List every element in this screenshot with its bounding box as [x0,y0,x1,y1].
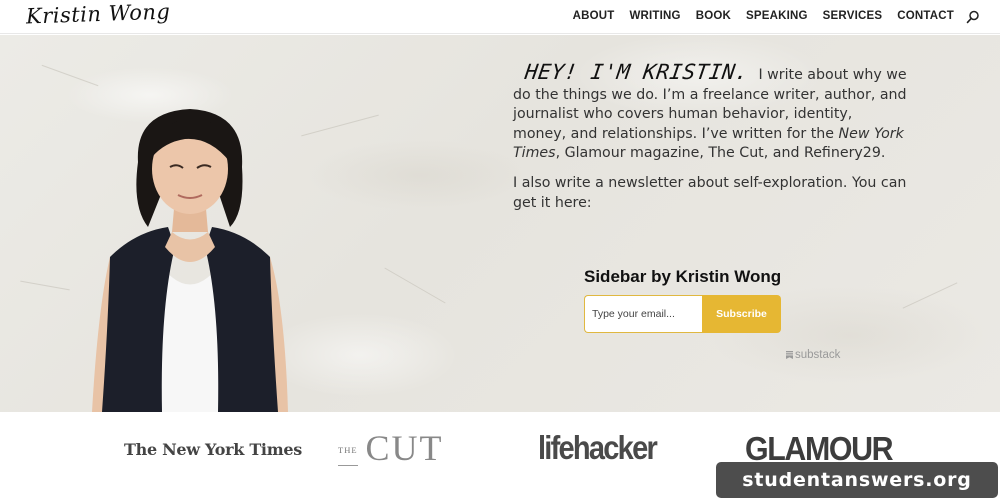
substack-link[interactable]: substack [786,349,840,361]
newsletter-form: Subscribe [584,295,781,333]
email-input[interactable] [584,295,702,333]
nav-speaking[interactable]: SPEAKING [746,10,808,22]
nav-contact[interactable]: CONTACT [897,10,954,22]
portrait-photo [92,109,288,412]
wall-texture [902,282,958,309]
watermark: studentanswers.org [716,462,998,498]
intro-text: HEY! I'M KRISTIN. I write about why we do… [513,60,908,213]
nav-book[interactable]: BOOK [696,10,731,22]
nav-services[interactable]: SERVICES [823,10,883,22]
the-cut-logo-cut: CUT [365,428,444,468]
intro-greeting: HEY! I'M KRISTIN. [523,60,751,84]
wall-texture [301,114,379,137]
site-logo[interactable]: Kristin Wong [26,0,171,29]
substack-icon [786,351,793,359]
the-cut-logo: THE CUT [338,430,444,466]
intro-p1-text-b: , Glamour magazine, The Cut, and Refiner… [555,145,886,162]
the-cut-logo-the: THE [338,445,358,466]
search-icon[interactable] [966,10,980,24]
wall-texture [384,267,446,304]
nyt-logo: The New York Times [124,440,302,459]
site-header: Kristin Wong ABOUT WRITING BOOK SPEAKING… [0,0,1000,34]
wall-texture [20,280,70,291]
main-nav: ABOUT WRITING BOOK SPEAKING SERVICES CON… [573,10,954,22]
substack-label: substack [795,349,841,361]
wall-texture [41,64,99,87]
lifehacker-logo: lifehacker [538,429,658,466]
newsletter-title: Sidebar by Kristin Wong [584,267,782,286]
nav-about[interactable]: ABOUT [573,10,615,22]
nav-writing[interactable]: WRITING [629,10,680,22]
subscribe-button[interactable]: Subscribe [702,295,781,333]
intro-paragraph-2: I also write a newsletter about self-exp… [513,174,907,211]
hero-section: HEY! I'M KRISTIN. I write about why we do… [0,35,1000,412]
